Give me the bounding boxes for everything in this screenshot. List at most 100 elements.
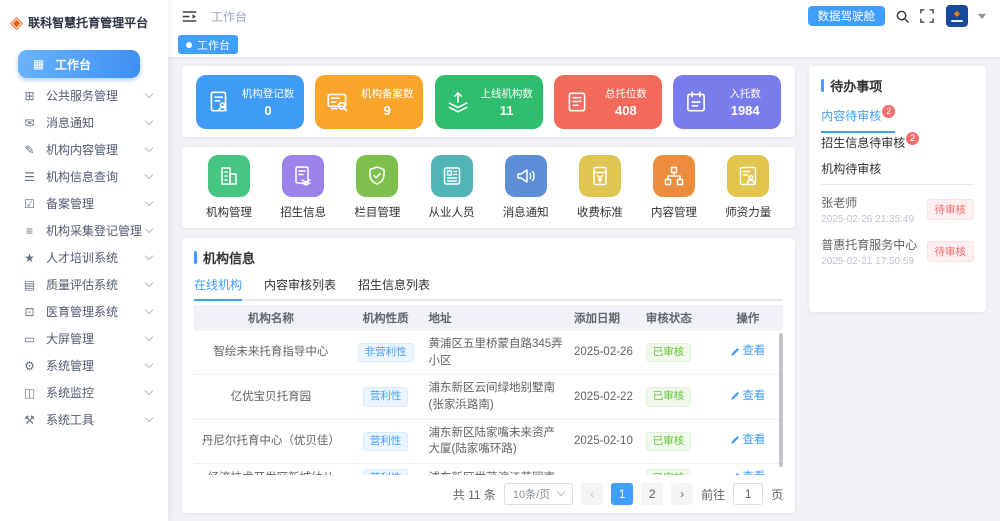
sidebar: ◈ 联科智慧托育管理平台 ▦ 工作台 ⊞ 公共服务管理 ✉ 消息通知 ✎ 机构内… [0,0,168,521]
screen-icon: ◫ [22,386,37,400]
avatar-text-mark [951,20,963,22]
todo-item-name: 普惠托育服务中心 [821,236,917,253]
app-icon-fees[interactable]: 收费标准 [577,155,623,220]
app-icon-column-mgmt[interactable]: 栏目管理 [354,155,400,220]
sidebar-item-system-tools[interactable]: ⚒ 系统工具 [0,406,168,433]
stat-label: 机构备案数 [361,86,414,101]
pending-status-badge: 待审核 [927,241,975,262]
view-link[interactable]: 查看 [730,343,765,360]
shield-check-icon [365,164,389,188]
cell-address: 浦东新区陆家嘴未来资产大厦(陆家嘴环路) [424,419,570,463]
cell-date: 2025-02-26 [569,331,641,375]
view-link[interactable]: 查看 [730,432,765,449]
logo-diamond-icon: ◈ [10,14,23,31]
app-icon-content[interactable]: 内容管理 [651,155,697,220]
stat-value: 408 [615,103,637,118]
chevron-down-icon [145,90,153,98]
stat-label: 入托数 [729,86,761,101]
sidebar-item-public-service[interactable]: ⊞ 公共服务管理 [0,82,168,109]
sidebar-item-system-mgmt[interactable]: ⚙ 系统管理 [0,352,168,379]
nature-badge: 非营利性 [358,343,414,362]
col-address: 地址 [424,305,570,331]
app-icon-org-mgmt[interactable]: 机构管理 [206,155,252,220]
edit-pencil-icon [730,347,740,357]
sidebar-menu: ▦ 工作台 ⊞ 公共服务管理 ✉ 消息通知 ✎ 机构内容管理 ☰ 机构信息查询 … [0,44,168,437]
user-avatar[interactable]: ◆ [946,5,968,27]
nature-badge: 营利性 [363,432,409,451]
goto-label: 前往 [701,486,725,503]
sidebar-item-screen-mgmt[interactable]: ▭ 大屏管理 [0,325,168,352]
monitor-icon: ▭ [22,332,37,346]
ledger-book-icon [564,89,590,115]
cell-date [569,464,641,475]
tab-enrollment-pending[interactable]: 招生信息待审核2 [821,132,919,158]
cell-address: 黄浦区五里桥蒙自路345弄小区 [424,331,570,375]
app-icon-staff[interactable]: 从业人员 [429,155,475,220]
next-page-button[interactable]: › [671,483,693,505]
cell-date: 2025-02-22 [569,375,641,419]
lines-icon: ≡ [22,224,37,238]
chevron-down-icon [145,306,153,314]
badge-count: 2 [906,132,919,145]
sidebar-item-org-content[interactable]: ✎ 机构内容管理 [0,136,168,163]
chevron-down-icon [145,360,153,368]
prev-page-button[interactable]: ‹ [581,483,603,505]
grid-icon: ⊞ [22,89,37,103]
view-link[interactable]: 查看 [730,388,765,405]
todo-panel: 待办事项 内容待审核2 招生信息待审核2 机构待审核 张老师 2025-02-2… [809,66,986,312]
page-size-select[interactable]: 10条/页 [504,483,573,505]
table-row: 经济技术开发区新城幼儿 营利性 浦东新区世茂滨江花园南 已审核 查看 [194,464,783,475]
fullscreen-icon[interactable] [920,9,934,23]
stat-value: 9 [384,103,391,118]
sidebar-item-medical-care[interactable]: ⊡ 医育管理系统 [0,298,168,325]
sidebar-item-system-monitor[interactable]: ◫ 系统监控 [0,379,168,406]
dashboard-icon: ▦ [31,57,46,71]
tab-online-orgs[interactable]: 在线机构 [194,276,242,301]
edit-pencil-icon [730,435,740,445]
sidebar-item-quality-eval[interactable]: ▤ 质量评估系统 [0,271,168,298]
chevron-down-icon [145,414,153,422]
data-cockpit-button[interactable]: 数据驾驶舱 [808,6,886,26]
tab-content-pending[interactable]: 内容待审核2 [821,105,895,133]
status-badge: 已审核 [646,343,692,362]
building-icon [217,164,241,188]
todo-item[interactable]: 普惠托育服务中心 2025-02-21 17:50:59 待审核 [821,227,974,269]
sidebar-item-filing[interactable]: ☑ 备案管理 [0,190,168,217]
page-tabbar: 工作台 [168,32,1000,58]
page-button-1[interactable]: 1 [611,483,633,505]
sidebar-item-org-info-query[interactable]: ☰ 机构信息查询 [0,163,168,190]
active-dot-icon [186,42,192,48]
megaphone-icon [514,164,538,188]
cell-address: 浦东新区云间绿地别墅南(张家浜路南) [424,375,570,419]
app-icon-notification[interactable]: 消息通知 [503,155,549,220]
cell-address: 浦东新区世茂滨江花园南 [424,464,570,475]
tab-enrollment-list[interactable]: 招生信息列表 [358,276,430,301]
app-icon-enrollment[interactable]: 招生信息 [280,155,326,220]
goto-page-input[interactable] [733,483,763,505]
col-org-nature: 机构性质 [348,305,424,331]
sidebar-item-org-collection[interactable]: ≡ 机构采集登记管理 [0,217,168,244]
table-row: 丹尼尔托育中心（优贝佳） 营利性 浦东新区陆家嘴未来资产大厦(陆家嘴环路) 20… [194,419,783,463]
badge-count: 2 [882,105,895,118]
app-icon-teachers[interactable]: 师资力量 [725,155,771,220]
tab-org-pending[interactable]: 机构待审核 [821,158,881,184]
avatar-diamond-icon: ◆ [954,10,960,18]
sidebar-item-notifications[interactable]: ✉ 消息通知 [0,109,168,136]
page-button-2[interactable]: 2 [641,483,663,505]
sidebar-item-talent-training[interactable]: ★ 人才培训系统 [0,244,168,271]
cell-org-name: 亿优宝贝托育园 [194,375,348,419]
status-badge: 已审核 [646,387,692,406]
view-link[interactable]: 查看 [730,469,765,475]
org-tabs: 在线机构 内容审核列表 招生信息列表 [194,276,783,301]
tab-workbench[interactable]: 工作台 [178,35,238,54]
sidebar-item-workbench[interactable]: ▦ 工作台 [18,50,140,78]
user-menu-caret-icon[interactable] [978,14,986,19]
chevron-down-icon [145,225,153,233]
search-icon[interactable] [895,9,910,24]
todo-item[interactable]: 张老师 2025-02-26 21:35:49 待审核 [821,185,974,227]
org-section-title: 机构信息 [194,248,783,267]
table-scrollbar[interactable] [779,333,783,467]
col-actions: 操作 [712,305,783,331]
sidebar-collapse-icon[interactable] [182,10,197,23]
tab-content-review-list[interactable]: 内容审核列表 [264,276,336,301]
